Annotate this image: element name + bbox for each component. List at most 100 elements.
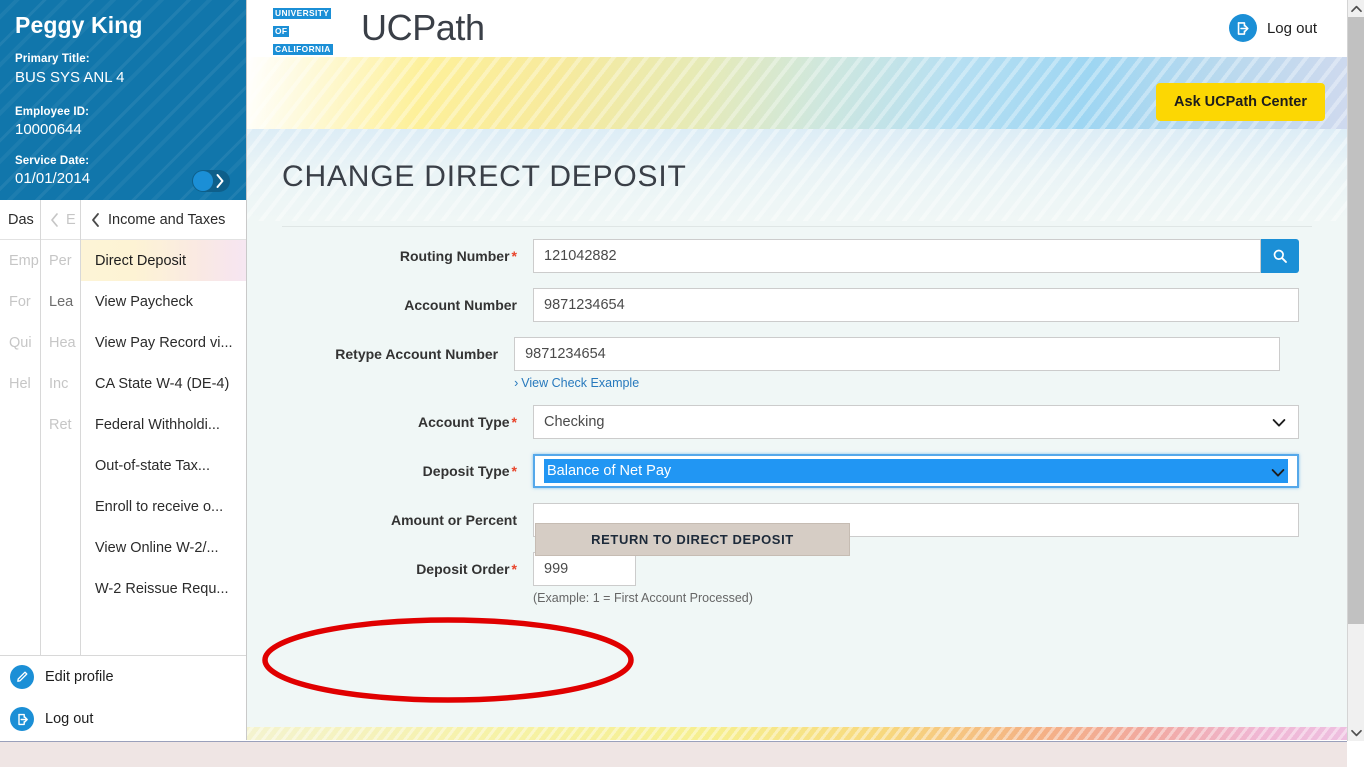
left-sidebar: Peggy King Primary Title: BUS SYS ANL 4 … — [0, 0, 247, 740]
account-type-label: Account Type * — [247, 405, 533, 439]
sidebar-item-view-pay-record[interactable]: View Pay Record vi... — [81, 322, 246, 363]
sidebar-item-out-of-state-tax[interactable]: Out-of-state Tax... — [81, 445, 246, 486]
deposit-order-control: (Example: 1 = First Account Processed) — [533, 552, 1347, 607]
routing-number-search-button[interactable] — [1261, 239, 1299, 273]
account-number-control — [533, 288, 1347, 322]
deposit-order-input[interactable] — [533, 552, 636, 586]
page-footer — [0, 741, 1347, 767]
primary-title-label: Primary Title: — [15, 53, 90, 65]
nav-col2-item-income[interactable]: Inc — [41, 363, 80, 404]
sidebar-item-w2-reissue-request[interactable]: W-2 Reissue Requ... — [81, 568, 246, 609]
required-asterisk: * — [511, 561, 517, 577]
nav-column-level2: E Per Lea Hea Inc Ret — [40, 200, 80, 655]
top-bar: UNIVERSITY OF CALIFORNIA drptrn UCPath L… — [247, 0, 1347, 74]
profile-expand-toggle[interactable] — [192, 170, 230, 192]
routing-number-label: Routing Number * — [247, 239, 533, 273]
page-title: CHANGE DIRECT DEPOSIT — [282, 160, 687, 193]
search-icon — [1273, 249, 1287, 263]
nav-col2-item-personal[interactable]: Per — [41, 240, 80, 281]
sidebar-item-view-paycheck[interactable]: View Paycheck — [81, 281, 246, 322]
ask-ucpath-center-button[interactable]: Ask UCPath Center — [1156, 83, 1325, 121]
scrollbar-down-button[interactable] — [1348, 724, 1364, 741]
deposit-order-row: Deposit Order* (Example: 1 = First Accou… — [247, 552, 1347, 607]
account-type-select[interactable]: Checking — [533, 405, 1299, 439]
nav-col1-item-employment[interactable]: Emp — [0, 240, 40, 281]
nav-column2-header[interactable]: E — [41, 200, 80, 240]
nav-col2-header-label: E — [66, 211, 76, 228]
routing-number-input[interactable] — [533, 239, 1261, 273]
nav-col2-item-retirement[interactable]: Ret — [41, 404, 80, 445]
main-content: Ask UCPath Center CHANGE DIRECT DEPOSIT … — [247, 57, 1347, 740]
nav-column-income-and-taxes: Income and Taxes Direct Deposit View Pay… — [80, 200, 246, 655]
sidebar-footer-actions: Edit profile Log out — [0, 655, 246, 740]
account-number-label: Account Number — [404, 297, 517, 313]
deposit-type-control: Balance of Net Pay — [533, 454, 1347, 488]
deposit-type-label-text: Deposit Type — [422, 463, 510, 479]
deposit-type-row: Deposit Type * Balance of Net Pay — [247, 454, 1347, 488]
topbar-logout-button[interactable]: Log out — [1228, 14, 1317, 42]
product-name: UCPath — [361, 7, 485, 48]
employee-profile-card: Peggy King Primary Title: BUS SYS ANL 4 … — [0, 0, 246, 200]
return-to-direct-deposit-button[interactable]: RETURN TO DIRECT DEPOSIT — [535, 523, 850, 556]
nav-col1-item-dashboard[interactable]: Das — [8, 212, 34, 228]
nav-col1-item-help[interactable]: Hel — [0, 363, 40, 404]
chevron-right-icon — [216, 174, 224, 188]
scrollbar-thumb[interactable] — [1348, 17, 1364, 624]
logo-line-california: CALIFORNIA — [273, 44, 333, 55]
service-date-label: Service Date: — [15, 155, 90, 167]
logo-line-university: UNIVERSITY — [273, 8, 332, 19]
scrollbar-up-button[interactable] — [1348, 0, 1364, 17]
sidebar-item-enroll-to-receive[interactable]: Enroll to receive o... — [81, 486, 246, 527]
chevron-down-icon — [1351, 729, 1362, 736]
primary-title-value: BUS SYS ANL 4 — [15, 69, 125, 86]
employee-id-value: 10000644 — [15, 121, 82, 138]
bottom-strip-pattern — [247, 727, 1347, 740]
content-bottom-color-strip — [247, 727, 1347, 740]
nav-col2-item-health[interactable]: Hea — [41, 322, 80, 363]
sidebar-logout-label: Log out — [45, 711, 94, 727]
required-asterisk: * — [511, 463, 517, 479]
nav-col1-item-forms[interactable]: For — [0, 281, 40, 322]
page-scrollbar[interactable] — [1347, 0, 1364, 741]
retype-account-number-input[interactable] — [514, 337, 1281, 371]
chevron-left-icon — [51, 212, 58, 227]
view-check-example-label: View Check Example — [521, 376, 640, 390]
account-type-control: Checking — [533, 405, 1347, 439]
sidebar-item-view-online-w2[interactable]: View Online W-2/... — [81, 527, 246, 568]
deposit-type-label: Deposit Type * — [247, 454, 533, 488]
nav-col1-item-quicklinks[interactable]: Qui — [0, 322, 40, 363]
logo-line-of: OF — [273, 26, 290, 37]
deposit-type-select[interactable]: Balance of Net Pay — [533, 454, 1299, 488]
chevron-left-icon — [92, 212, 99, 227]
edit-profile-label: Edit profile — [45, 669, 114, 685]
chevron-up-icon — [1351, 5, 1362, 12]
chevron-down-icon — [1271, 469, 1285, 477]
nav-column1-header: Das — [0, 200, 40, 240]
routing-number-row: Routing Number * — [247, 239, 1347, 273]
app-root: Peggy King Primary Title: BUS SYS ANL 4 … — [0, 0, 1364, 767]
service-date-value: 01/01/2014 — [15, 170, 91, 187]
account-type-label-text: Account Type — [418, 414, 510, 430]
retype-account-number-row: Retype Account Number ›View Check Exampl… — [247, 337, 1347, 392]
retype-account-number-control: ›View Check Example — [514, 337, 1347, 392]
sidebar-logout-button[interactable]: Log out — [0, 698, 246, 740]
account-number-input[interactable] — [533, 288, 1299, 322]
sidebar-item-ca-state-w4[interactable]: CA State W-4 (DE-4) — [81, 363, 246, 404]
edit-profile-button[interactable]: Edit profile — [0, 656, 246, 698]
employee-name: Peggy King — [15, 12, 143, 38]
nav-column3-header[interactable]: Income and Taxes — [81, 200, 246, 240]
account-type-value: Checking — [544, 414, 605, 430]
navigation-columns: Das Emp For Qui Hel E Per Lea Hea Inc Re… — [0, 200, 246, 655]
nav-col3-header-label: Income and Taxes — [108, 211, 226, 228]
nav-col2-item-leave[interactable]: Lea — [41, 281, 80, 322]
deposit-type-value: Balance of Net Pay — [544, 459, 1288, 483]
deposit-order-label-text: Deposit Order — [416, 561, 510, 577]
deposit-order-label: Deposit Order * — [247, 552, 533, 586]
pencil-icon — [10, 665, 34, 689]
topbar-logout-label: Log out — [1266, 19, 1317, 37]
retype-account-number-label: Retype Account Number — [335, 346, 499, 362]
routing-number-label-text: Routing Number — [399, 248, 510, 264]
view-check-example-link[interactable]: › View Check Example — [514, 376, 639, 390]
sidebar-item-direct-deposit[interactable]: Direct Deposit — [81, 240, 246, 281]
sidebar-item-federal-withholding[interactable]: Federal Withholdi... — [81, 404, 246, 445]
